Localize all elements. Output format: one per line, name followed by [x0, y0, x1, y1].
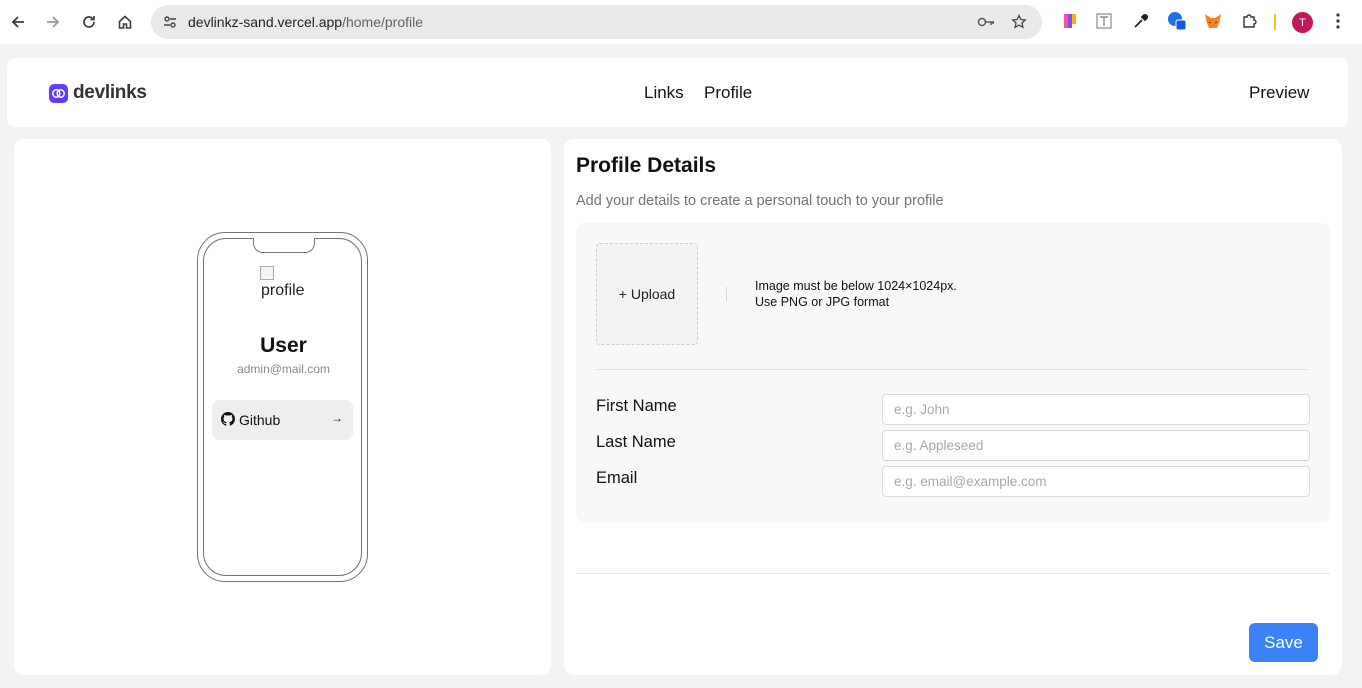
password-key-icon[interactable]	[977, 13, 995, 31]
image-hint-format: Use PNG or JPG format	[755, 295, 890, 309]
url-path: /home/profile	[342, 14, 424, 30]
phone-screen: profile User admin@mail.com Github →	[203, 238, 362, 576]
browser-toolbar: devlinkz-sand.vercel.app/home/profile T	[0, 0, 1362, 44]
preview-link-github[interactable]: Github →	[212, 400, 353, 440]
profile-form: + Upload Image must be below 1024×1024px…	[576, 223, 1330, 522]
logo-link-icon	[49, 83, 68, 103]
bookmark-star-icon[interactable]	[1010, 13, 1028, 31]
nav-profile[interactable]: Profile	[704, 83, 752, 103]
nav-links[interactable]: Links	[644, 83, 684, 103]
section-divider	[596, 369, 1309, 370]
first-name-input[interactable]	[882, 394, 1310, 425]
back-arrow-icon[interactable]	[5, 9, 31, 35]
extension-text-icon[interactable]	[1094, 11, 1114, 31]
footer-divider	[576, 573, 1330, 574]
phone-preview-panel: profile User admin@mail.com Github →	[14, 139, 551, 675]
phone-mockup: profile User admin@mail.com Github →	[197, 232, 368, 582]
metamask-fox-icon[interactable]	[1203, 11, 1223, 31]
preview-user-name: User	[260, 334, 307, 357]
kebab-menu-icon[interactable]	[1328, 11, 1348, 31]
eyedropper-icon[interactable]	[1131, 11, 1151, 31]
email-label: Email	[596, 469, 638, 487]
logo-text: devlinks	[73, 82, 147, 103]
arrow-right-icon: →	[331, 411, 343, 425]
first-name-label: First Name	[596, 397, 677, 415]
browser-profile-avatar[interactable]: T	[1292, 12, 1313, 33]
toolbar-divider	[1274, 14, 1276, 30]
image-hint-size: Image must be below 1024×1024px.	[755, 279, 957, 293]
email-input[interactable]	[882, 466, 1310, 497]
site-settings-icon[interactable]	[161, 13, 179, 31]
extension-globe-icon[interactable]	[1167, 11, 1187, 31]
preview-user-email: admin@mail.com	[237, 362, 330, 376]
app-header: devlinks Links Profile Preview	[7, 58, 1348, 127]
preview-button[interactable]: Preview	[1249, 83, 1309, 103]
extensions-puzzle-icon[interactable]	[1239, 11, 1259, 31]
reload-icon[interactable]	[76, 9, 102, 35]
profile-details-panel: Profile Details Add your details to crea…	[564, 139, 1342, 675]
last-name-label: Last Name	[596, 433, 676, 451]
link-platform-label: Github	[239, 412, 281, 428]
upload-divider	[726, 287, 727, 301]
address-bar[interactable]: devlinkz-sand.vercel.app/home/profile	[151, 5, 1042, 39]
extension-color-icon[interactable]	[1060, 11, 1080, 31]
last-name-input[interactable]	[882, 430, 1310, 461]
page-title: Profile Details	[576, 154, 717, 177]
forward-arrow-icon[interactable]	[40, 9, 66, 35]
url-text: devlinkz-sand.vercel.app/home/profile	[188, 14, 423, 30]
home-icon[interactable]	[112, 9, 138, 35]
phone-notch	[253, 238, 315, 253]
profile-image: profile	[260, 266, 310, 302]
image-requirements: Image must be below 1024×1024px. Use PNG…	[755, 278, 957, 310]
github-icon	[221, 412, 235, 426]
profile-image-alt: profile	[261, 282, 305, 299]
page-subtitle: Add your details to create a personal to…	[576, 193, 944, 209]
logo[interactable]: devlinks	[49, 82, 147, 104]
url-host: devlinkz-sand.vercel.app	[188, 14, 343, 30]
upload-image-button[interactable]: + Upload	[596, 243, 698, 345]
save-button[interactable]: Save	[1249, 623, 1318, 662]
broken-image-icon	[260, 266, 274, 280]
